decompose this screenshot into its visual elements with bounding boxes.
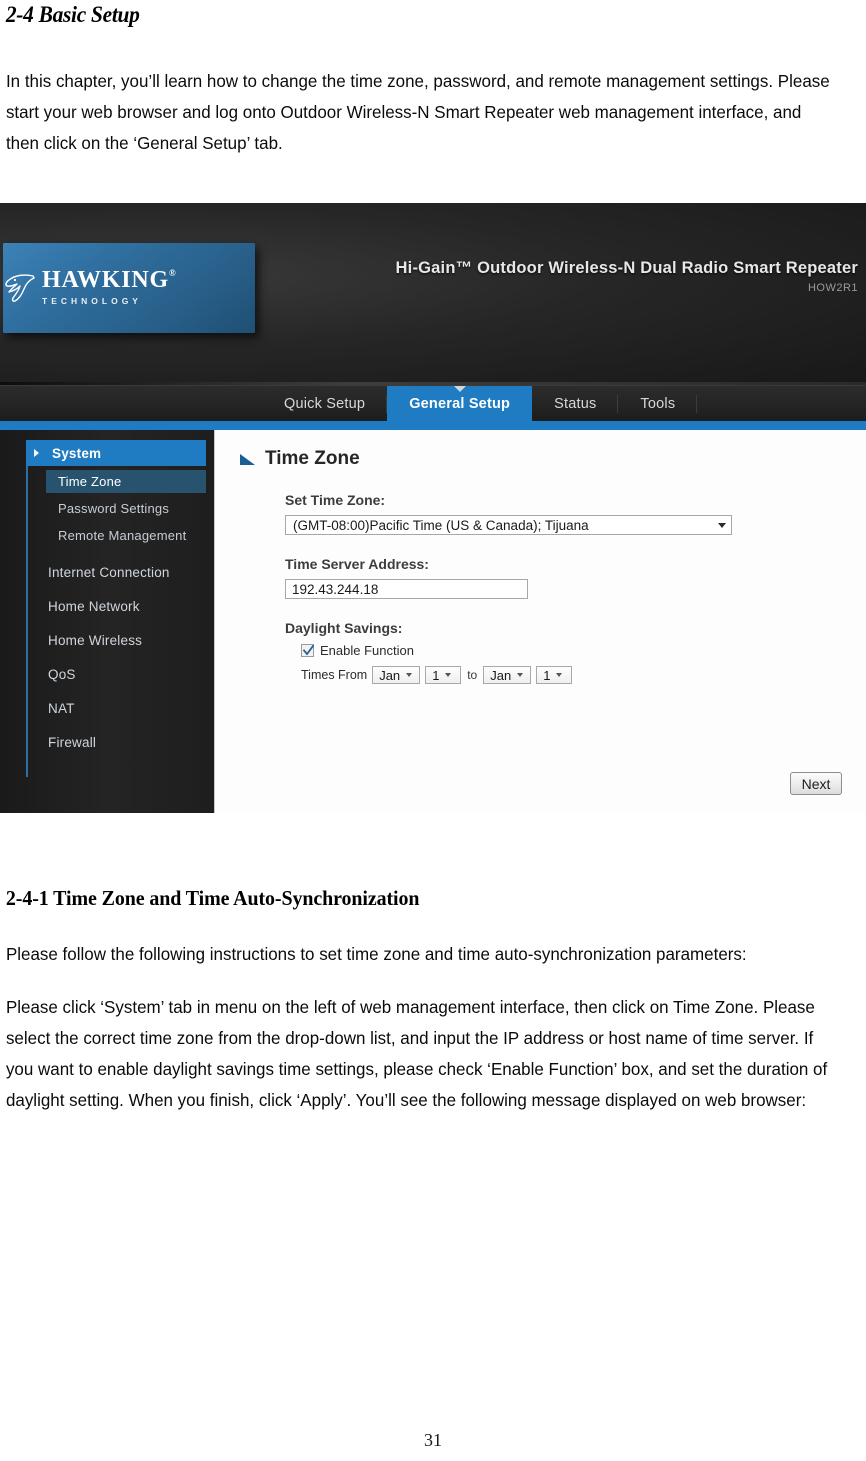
router-body: System Time Zone Password Settings Remot… (0, 430, 866, 813)
time-server-input[interactable]: 192.43.244.18 (285, 579, 528, 599)
time-zone-select[interactable]: (GMT-08:00)Pacific Time (US & Canada); T… (285, 515, 732, 535)
range-to-label: to (467, 668, 478, 682)
chevron-down-icon (718, 522, 726, 528)
to-month-select[interactable]: Jan (483, 666, 532, 684)
sidebar-item-password-settings[interactable]: Password Settings (46, 497, 206, 520)
sidebar-item-label: Firewall (48, 734, 97, 750)
content-heading: Time Zone (239, 448, 360, 470)
tab-label: General Setup (409, 396, 511, 412)
router-header: HAWKING® TECHNOLOGY Hi-Gain™ Outdoor Wir… (0, 203, 866, 385)
to-month-value: Jan (490, 667, 512, 683)
field-daylight-savings: Daylight Savings: Enable Function Times … (285, 620, 825, 684)
tab-caret-icon (453, 386, 466, 392)
tab-label: Quick Setup (284, 396, 366, 412)
tab-general-setup[interactable]: General Setup (387, 386, 533, 422)
chevron-down-icon (556, 673, 563, 677)
sidebar-item-label: Home Wireless (48, 632, 143, 648)
field-time-server: Time Server Address: 192.43.244.18 (285, 556, 825, 599)
times-from-label: Times From (301, 668, 368, 682)
next-button[interactable]: Next (790, 772, 842, 795)
enable-function-label: Enable Function (320, 643, 414, 658)
sidebar-item-label: NAT (48, 700, 75, 716)
registered-mark: ® (168, 268, 177, 278)
from-day-value: 1 (432, 667, 440, 683)
router-content-panel: Time Zone Set Time Zone: (GMT-08:00)Paci… (214, 430, 866, 813)
sidebar-item-label: Password Settings (58, 501, 170, 516)
logo-wordmark: HAWKING® (42, 267, 177, 293)
intro-paragraph: In this chapter, you’ll learn how to cha… (5, 71, 830, 153)
tabbar-accent-strip (0, 421, 866, 430)
sidebar-subnav: Time Zone Password Settings Remote Manag… (46, 470, 206, 547)
sidebar-item-home-wireless[interactable]: Home Wireless (26, 627, 206, 653)
chevron-down-icon (406, 673, 413, 677)
tab-label: Status (554, 396, 597, 412)
paragraph-2: Please follow the following instructions… (5, 944, 747, 964)
paragraph-3: Please click ‘System’ tab in menu on the… (5, 997, 828, 1110)
sidebar-nav: System Time Zone Password Settings Remot… (26, 440, 206, 763)
page-title: 2-4 Basic Setup (5, 2, 140, 27)
chevron-down-icon (445, 673, 452, 677)
daylight-range-row: Times From Jan 1 to Jan 1 (301, 666, 825, 684)
sidebar-item-nat[interactable]: NAT (26, 695, 206, 721)
from-day-select[interactable]: 1 (425, 666, 462, 684)
sidebar-item-home-network[interactable]: Home Network (26, 593, 206, 619)
enable-function-checkbox[interactable] (301, 644, 315, 657)
content-heading-label: Time Zone (265, 448, 360, 469)
page-number: 31 (424, 1430, 442, 1450)
sidebar-item-label: System (52, 445, 102, 461)
product-title: Hi-Gain™ Outdoor Wireless-N Dual Radio S… (395, 259, 858, 277)
enable-function-row: Enable Function (301, 643, 825, 658)
tab-status[interactable]: Status (532, 386, 619, 422)
field-set-time-zone: Set Time Zone: (GMT-08:00)Pacific Time (… (285, 492, 825, 535)
sidebar-item-system[interactable]: System (26, 440, 206, 466)
section-title: 2-4-1 Time Zone and Time Auto-Synchroniz… (5, 886, 420, 910)
sidebar-item-remote-management[interactable]: Remote Management (46, 524, 206, 547)
sidebar-item-internet-connection[interactable]: Internet Connection (26, 559, 206, 585)
sidebar-item-time-zone[interactable]: Time Zone (46, 470, 206, 493)
chevron-down-icon (517, 673, 524, 677)
manual-page: 2-4 Basic Setup In this chapter, you’ll … (0, 0, 866, 1461)
router-tabbar: Quick Setup General Setup Status Tools (0, 385, 866, 422)
time-server-label: Time Server Address: (285, 556, 429, 572)
tab-tools[interactable]: Tools (618, 386, 698, 422)
router-sidebar: System Time Zone Password Settings Remot… (0, 430, 214, 813)
product-model: HOW2R1 (807, 282, 858, 294)
sidebar-item-firewall[interactable]: Firewall (26, 729, 206, 755)
hawking-logo-plate: HAWKING® TECHNOLOGY (3, 243, 255, 333)
router-ui-screenshot: HAWKING® TECHNOLOGY Hi-Gain™ Outdoor Wir… (0, 203, 866, 813)
time-zone-form: Set Time Zone: (GMT-08:00)Pacific Time (… (285, 492, 825, 705)
to-day-select[interactable]: 1 (536, 666, 573, 684)
daylight-savings-label: Daylight Savings: (285, 620, 403, 636)
sidebar-item-label: Home Network (48, 598, 140, 614)
to-day-value: 1 (543, 667, 551, 683)
hawk-bird-icon (3, 272, 37, 304)
tab-label: Tools (640, 396, 676, 412)
tab-quick-setup[interactable]: Quick Setup (262, 386, 388, 422)
logo-subtext: TECHNOLOGY (42, 296, 142, 306)
time-server-value: 192.43.244.18 (292, 581, 379, 597)
next-button-label: Next (801, 775, 831, 792)
from-month-select[interactable]: Jan (372, 666, 421, 684)
sidebar-item-qos[interactable]: QoS (26, 661, 206, 687)
triangle-marker-icon (239, 453, 256, 466)
sidebar-item-label: Time Zone (58, 474, 122, 489)
time-zone-select-value: (GMT-08:00)Pacific Time (US & Canada); T… (293, 517, 589, 533)
sidebar-item-label: Internet Connection (48, 564, 170, 580)
checkmark-icon (302, 644, 315, 656)
sidebar-item-label: QoS (48, 666, 76, 682)
chevron-right-icon (34, 449, 39, 457)
sidebar-item-label: Remote Management (58, 528, 187, 543)
from-month-value: Jan (379, 667, 401, 683)
set-time-zone-label: Set Time Zone: (285, 492, 386, 508)
